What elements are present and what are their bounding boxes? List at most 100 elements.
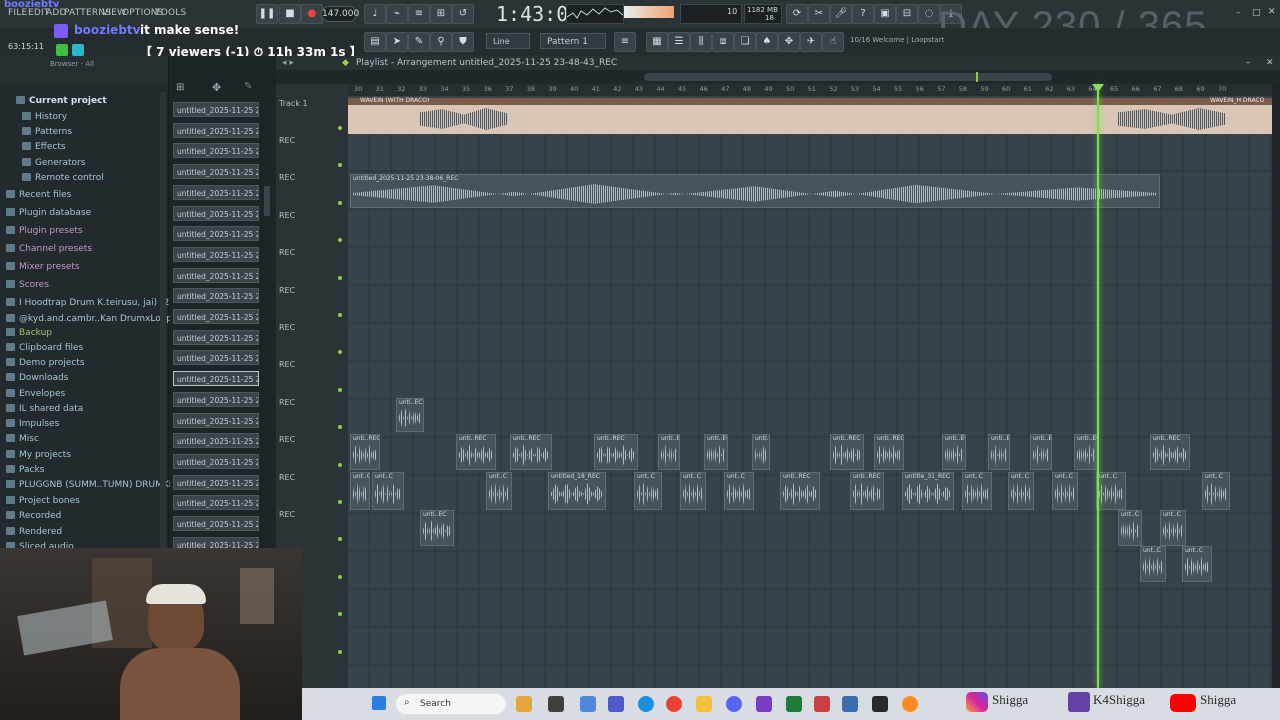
audio-clip[interactable]: unt..C xyxy=(486,472,512,510)
tempo-display[interactable]: 147.000 xyxy=(321,6,359,22)
help-icon[interactable]: ? xyxy=(852,4,874,24)
file-item[interactable]: untitled_2025-11-25 23- xyxy=(173,412,259,428)
audio-clip[interactable]: unt..C xyxy=(724,472,754,510)
browser-item[interactable]: Plugin presets xyxy=(6,226,83,236)
track-enable-led[interactable] xyxy=(338,425,342,430)
file-item[interactable]: untitled_2025-11-25 23- xyxy=(173,495,259,511)
mixer-icon[interactable]: ⊟ xyxy=(896,4,918,24)
file-item[interactable]: untitled_2025-11-25 23- xyxy=(173,143,259,159)
minimize-icon[interactable]: – xyxy=(1236,8,1241,18)
file-item[interactable]: untitled_2025-11-25 23- xyxy=(173,433,259,449)
browser-item[interactable]: Backup xyxy=(6,328,52,338)
browser-item[interactable]: Patterns xyxy=(22,127,72,137)
file-item[interactable]: untitled_2025-11-25 23- xyxy=(173,184,259,200)
file-item[interactable]: untitled_2025-11-25 23- xyxy=(173,226,259,242)
track-enable-led[interactable] xyxy=(338,649,342,654)
audio-clip[interactable]: unt..C xyxy=(680,472,706,510)
audio-clip[interactable]: unti..REC xyxy=(874,434,904,470)
track-enable-led[interactable] xyxy=(338,200,342,205)
audio-clip[interactable]: unt..C xyxy=(350,472,370,510)
playlist-icon[interactable]: ▦ xyxy=(646,32,668,52)
browser-item[interactable]: Clipboard files xyxy=(6,343,83,353)
metronome-icon[interactable]: ♩ xyxy=(364,4,386,24)
taskbar-app-teams-icon[interactable] xyxy=(608,696,624,712)
taskbar-app-taskview-icon[interactable] xyxy=(548,696,564,712)
track-rec-label[interactable]: REC xyxy=(279,286,295,295)
track-enable-led[interactable] xyxy=(338,238,342,243)
file-item[interactable]: untitled_2025-11-25 23- xyxy=(173,205,259,221)
taskbar-app-copilot-icon[interactable] xyxy=(580,696,596,712)
track-rec-label[interactable]: REC xyxy=(279,136,295,145)
file-item[interactable]: untitled_2025-11-25 23- xyxy=(173,122,259,138)
audio-clip[interactable]: unti..REC xyxy=(850,472,884,510)
export-icon[interactable]: ✈ xyxy=(800,32,822,52)
snap-select[interactable]: Line xyxy=(486,33,530,49)
browser-item[interactable]: Downloads xyxy=(6,373,68,383)
stamp-icon[interactable]: ⛊ xyxy=(452,32,474,52)
audio-clip[interactable]: untitled_2025-11-25 23-38-06_REC xyxy=(350,174,1160,208)
audio-clip[interactable]: untitle_31_REC xyxy=(902,472,954,510)
play-pause-button[interactable]: ❚❚ xyxy=(256,4,278,24)
taskbar-app-explorer-icon[interactable] xyxy=(696,696,712,712)
taskbar-app-chrome-icon[interactable] xyxy=(666,696,682,712)
audio-clip[interactable]: unt..C xyxy=(1182,546,1212,582)
taskbar-app-edge-icon[interactable] xyxy=(638,696,654,712)
browser-item[interactable]: Plugin database xyxy=(6,208,91,218)
browser-item[interactable]: Generators xyxy=(22,158,85,168)
audio-clip[interactable]: unt..C xyxy=(962,472,992,510)
wait-icon[interactable]: ⌁ xyxy=(386,4,408,24)
file-scrollbar[interactable] xyxy=(264,186,270,216)
track-rec-label[interactable]: REC xyxy=(279,473,295,482)
refresh-icon[interactable]: ⟳ xyxy=(786,4,808,24)
track-enable-led[interactable] xyxy=(338,313,342,317)
audio-clip[interactable]: unt..C xyxy=(1052,472,1078,510)
track-rec-label[interactable]: REC xyxy=(279,173,295,182)
audio-clip[interactable]: unti..EC xyxy=(396,398,424,432)
piano-icon[interactable]: ▤ xyxy=(364,32,386,52)
taskbar-search[interactable]: Search xyxy=(396,694,506,714)
playhead-marker-icon[interactable] xyxy=(1092,84,1104,92)
file-item[interactable]: untitled_2025-11-25 23- xyxy=(173,474,259,490)
audio-clip[interactable]: unt..C xyxy=(1140,546,1166,582)
menu-tools[interactable]: TOOLS xyxy=(155,8,186,18)
taskbar-app-fl-icon[interactable] xyxy=(756,696,772,712)
plugin-icon[interactable]: ♠ xyxy=(756,32,778,52)
track-1-label[interactable]: Track 1 xyxy=(279,99,308,108)
browser-item[interactable]: Recent files xyxy=(6,190,71,200)
audio-clip[interactable]: unti..REC xyxy=(456,434,496,470)
touch-icon[interactable]: ☝ xyxy=(822,32,844,52)
browser-item[interactable]: Impulses xyxy=(6,419,59,429)
track-rec-label[interactable]: REC xyxy=(279,398,295,407)
maximize-icon[interactable]: □ xyxy=(1252,8,1261,18)
taskbar-app-discord-icon[interactable] xyxy=(726,696,742,712)
file-item[interactable]: untitled_2025-11-25 23- xyxy=(173,267,259,283)
browser-item[interactable]: Envelopes xyxy=(6,389,65,399)
browser-item[interactable]: Packs xyxy=(6,465,44,475)
browser-filter[interactable]: Browser - All xyxy=(50,60,94,68)
mixer-view-icon[interactable]: ⫼ xyxy=(690,32,712,52)
track-enable-led[interactable] xyxy=(338,163,342,168)
file-item[interactable]: untitled_2025-11-25 23- xyxy=(173,288,259,304)
audio-clip[interactable]: unti..EC xyxy=(988,434,1010,470)
browser-item[interactable]: Effects xyxy=(22,142,66,152)
taskbar-app-fl-studio-icon[interactable] xyxy=(902,696,918,712)
track-rec-label[interactable]: REC xyxy=(279,360,295,369)
loop-record-icon[interactable]: ↺ xyxy=(452,4,474,24)
audio-clip[interactable]: unt..C xyxy=(372,472,404,510)
file-item[interactable]: untitled_2025-11-25 23- xyxy=(173,371,259,387)
edit-icon[interactable]: ✎ xyxy=(244,81,252,92)
track-enable-led[interactable] xyxy=(338,126,342,130)
grid-icon[interactable]: ⊞ xyxy=(176,82,184,93)
audio-clip[interactable]: unt..C xyxy=(634,472,662,510)
windows-start-icon[interactable] xyxy=(372,696,386,710)
track-rec-label[interactable]: REC xyxy=(279,510,295,519)
file-item[interactable]: untitled_2025-11-25 23- xyxy=(173,329,259,345)
audio-clip[interactable]: unti..EC xyxy=(752,434,770,470)
arrow-icon[interactable]: ➤ xyxy=(386,32,408,52)
audio-clip[interactable]: unti..EC xyxy=(658,434,680,470)
browser-item[interactable]: Current project xyxy=(16,96,107,106)
file-item[interactable]: untitled_2025-11-25 23- xyxy=(173,246,259,262)
taskbar-app-red-icon[interactable] xyxy=(814,696,830,712)
audio-clip[interactable]: unt..C xyxy=(1202,472,1230,510)
move-icon[interactable]: ✥ xyxy=(212,81,221,94)
